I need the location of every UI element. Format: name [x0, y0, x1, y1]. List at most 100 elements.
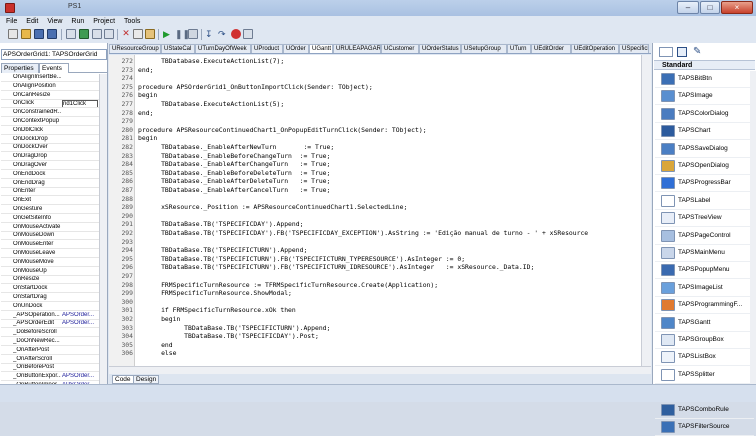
tab-events[interactable]: Events [39, 63, 69, 73]
palette-component[interactable]: TAPSBitBtn [655, 71, 754, 88]
event-row[interactable]: _DoBeforeScroll [1, 329, 99, 338]
event-row[interactable]: OnStartDock [1, 285, 99, 294]
event-row[interactable]: OnMouseEnter [1, 241, 99, 250]
palette-component[interactable]: TAPSLabel [655, 193, 754, 210]
new-icon[interactable] [8, 29, 18, 39]
unit-tab[interactable]: UEditOperation [571, 44, 619, 53]
code-line[interactable]: TBDatabase._EnableAfterNewTurn := True; [138, 143, 640, 151]
stop-icon[interactable] [188, 29, 198, 39]
palette-component[interactable]: TAPSImageList [655, 280, 754, 297]
palette-component[interactable]: TAPSPageControl [655, 228, 754, 245]
code-line[interactable]: TBDatabase._EnableBeforeChangeTurn := Tr… [138, 152, 640, 160]
palette-component[interactable]: TAPSFilterSource [655, 419, 754, 436]
unit-tab[interactable]: UResourceGroup [109, 44, 161, 53]
event-row[interactable]: OnDockOver [1, 144, 99, 153]
palette-component[interactable]: TAPSColorDialog [655, 106, 754, 123]
palette-component[interactable]: TAPSGroupBox [655, 332, 754, 349]
event-handler[interactable]: APSOrder... [62, 312, 98, 319]
event-row[interactable]: OnStartDrag [1, 294, 99, 302]
code-line[interactable]: begin [138, 91, 640, 99]
event-row[interactable]: OnMouseLeave [1, 250, 99, 258]
palette-component[interactable]: TAPSListBox [655, 349, 754, 367]
code-line[interactable]: end; [138, 66, 640, 74]
code-line[interactable]: procedure APSResourceContinuedChart1_OnP… [138, 126, 640, 134]
palette-component[interactable]: TAPSMainMenu [655, 245, 754, 262]
code-line[interactable]: else [138, 349, 640, 357]
code-line[interactable]: TBDataBase.TB('TSPECIFICDAY').FB('TSPECI… [138, 229, 640, 237]
maximize-button[interactable]: □ [700, 1, 720, 14]
step-into-icon[interactable]: ↧ [205, 29, 215, 39]
code-line[interactable]: TBDataBase.TB('TSPECIFICTURN').FB('TSPEC… [138, 263, 640, 271]
menu-file[interactable]: File [6, 16, 17, 27]
event-row[interactable]: OnResize [1, 276, 99, 285]
code-line[interactable]: begin [138, 134, 640, 142]
code-line[interactable]: FRMSpecificTurnResource.ShowModal; [138, 289, 640, 297]
event-row[interactable]: OnMouseUp [1, 268, 99, 276]
event-row[interactable]: OnClick rid1Click [1, 100, 99, 109]
event-handler[interactable]: rid1Click [62, 100, 98, 108]
unit-tab[interactable]: UOrderStatus [419, 44, 461, 53]
event-row[interactable]: _APSOrderEdit APSOrder... [1, 320, 99, 329]
event-row[interactable]: OnDragOver [1, 162, 99, 170]
unit-tab[interactable]: UStateCal [161, 44, 195, 53]
open-icon[interactable] [21, 29, 31, 39]
tab-design[interactable]: Design [133, 375, 160, 384]
palette-component[interactable]: TAPSComboRule [655, 402, 754, 419]
copy-icon[interactable] [133, 29, 143, 39]
event-row[interactable]: OnCanResize [1, 92, 99, 100]
unit-tab[interactable]: UTurnDayOfWeek [195, 44, 251, 53]
palette-component[interactable]: TAPSProgrammingF... [655, 297, 754, 315]
code-line[interactable]: procedure APSOrderGrid1_OnButtonImportCl… [138, 83, 640, 91]
menu-tools[interactable]: Tools [124, 16, 140, 27]
code-line[interactable]: end; [138, 109, 640, 117]
code-line[interactable]: TBDatabase._EnableAfterCancelTurn := Tru… [138, 186, 640, 194]
menu-view[interactable]: View [47, 16, 62, 27]
palette-component[interactable]: TAPSImage [655, 88, 754, 106]
palette-component[interactable]: TAPSSplitter [655, 367, 754, 384]
palette-component[interactable]: TAPSGantt [655, 315, 754, 332]
code-line[interactable]: TBDataBase.TB('TSPECIFICTURN').FB('TSPEC… [138, 255, 640, 263]
inspector-scrollbar[interactable] [99, 74, 107, 402]
units-icon[interactable] [104, 29, 114, 39]
event-row[interactable]: OnGetSiteInfo [1, 215, 99, 223]
event-row[interactable]: OnMouseActivate [1, 224, 99, 232]
event-row[interactable]: _APSOperation... APSOrder... [1, 312, 99, 320]
code-line[interactable]: xSResource._Position := APSResourceConti… [138, 203, 640, 211]
unit-icon[interactable] [92, 29, 102, 39]
palette-filter-icon[interactable] [677, 47, 687, 57]
paste-icon[interactable] [145, 29, 155, 39]
code-line[interactable]: TBDatabase._EnableAfterChangeTurn := Tru… [138, 160, 640, 168]
event-row[interactable]: OnExit [1, 197, 99, 206]
unit-tab[interactable]: UProduct [251, 44, 283, 53]
palette-component[interactable]: TAPSChart [655, 123, 754, 141]
event-row[interactable]: OnContextPopup [1, 118, 99, 126]
pause-icon[interactable]: ❚❚ [175, 29, 190, 39]
event-row[interactable]: _DoOnNewRec... [1, 338, 99, 346]
event-handler[interactable]: APSOrder... [62, 373, 98, 380]
event-row[interactable]: OnEndDock [1, 171, 99, 179]
unit-tab[interactable]: UTurn [507, 44, 531, 53]
title-bar[interactable]: PS1 – □ × [0, 0, 756, 16]
code-line[interactable]: TBDatabase.ExecuteActionList(7); [138, 57, 640, 65]
tab-properties[interactable]: Properties [1, 63, 39, 73]
code-line[interactable]: TBDatabase.ExecuteActionList(5); [138, 100, 640, 108]
event-row[interactable]: _OnAfterPost [1, 347, 99, 355]
menu-edit[interactable]: Edit [26, 16, 38, 27]
palette-section-standard[interactable]: Standard [654, 60, 755, 70]
editor-horizontal-scrollbar[interactable] [109, 366, 651, 374]
unit-tab[interactable]: USpecificD [619, 44, 649, 53]
toggle-icon[interactable] [79, 29, 89, 39]
code-line[interactable]: TBDataBase.TB('TSPECIFICTURN').Append; [138, 324, 640, 332]
palette-component[interactable]: TAPSPopupMenu [655, 262, 754, 280]
palette-component[interactable]: TAPSTreeView [655, 210, 754, 228]
code-line[interactable]: TBDataBase.TB('TSPECIFICDAY').Post; [138, 332, 640, 340]
event-row[interactable]: _OnBeforePost [1, 364, 99, 373]
breakpoint-icon[interactable] [231, 29, 241, 39]
palette-component[interactable]: TAPSProgressBar [655, 175, 754, 193]
event-row[interactable]: OnAlignPosition [1, 83, 99, 91]
event-handler[interactable]: APSOrder... [62, 320, 98, 327]
event-row[interactable]: OnMouseMove [1, 259, 99, 267]
form-icon[interactable] [66, 29, 76, 39]
event-row[interactable]: OnDragDrop [1, 153, 99, 162]
unit-tab[interactable]: UCustomer [381, 44, 419, 53]
